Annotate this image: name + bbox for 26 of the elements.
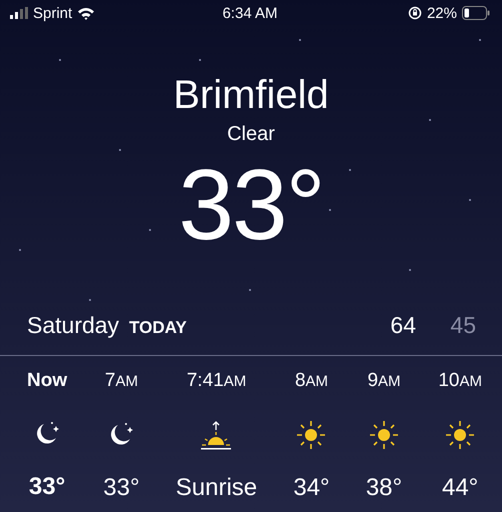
hour-temperature: 33° — [103, 473, 140, 503]
hour-label: 7:41AM — [186, 369, 246, 393]
hour-temperature: 38° — [366, 473, 402, 503]
signal-icon — [10, 7, 28, 19]
hour-label: 8AM — [294, 369, 328, 393]
low-temperature: 45 — [450, 312, 476, 339]
current-temperature: 33° — [178, 150, 324, 260]
hour-label: Now — [27, 369, 68, 393]
today-label: TODAY — [129, 318, 188, 338]
hour-label: 7AM — [104, 369, 138, 393]
hour-label: 10AM — [438, 369, 482, 393]
wifi-icon — [77, 6, 96, 20]
battery-percentage: 22% — [426, 4, 457, 22]
hour-temperature: Sunrise — [176, 473, 258, 503]
hour-label: 9AM — [367, 369, 401, 393]
clock-time: 6:34 AM — [222, 4, 278, 22]
hour-temperature: 33° — [28, 472, 66, 502]
carrier-name: Sprint — [33, 4, 72, 22]
city-name: Brimfield — [173, 72, 329, 119]
high-temperature: 64 — [390, 312, 417, 339]
battery-icon — [462, 6, 490, 20]
day-name: Saturday — [27, 312, 120, 339]
weather-condition: Clear — [227, 122, 275, 146]
hour-temperature: 44° — [442, 473, 478, 503]
hour-temperature: 34° — [293, 473, 330, 503]
rotation-lock-icon — [408, 6, 422, 20]
